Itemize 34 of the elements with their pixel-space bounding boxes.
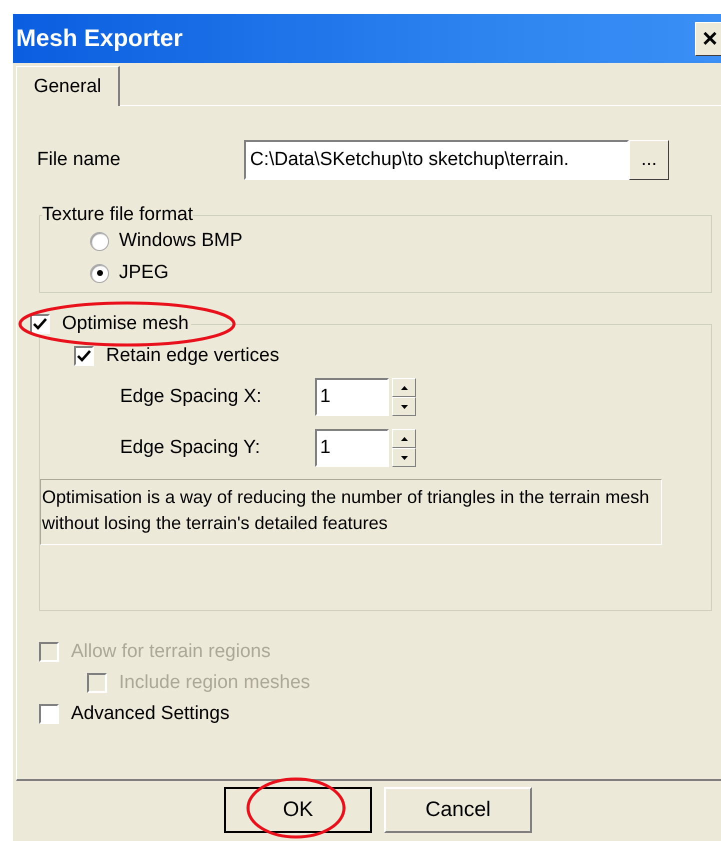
spin-up-button[interactable]: [392, 429, 416, 448]
field-label: File name: [37, 149, 122, 171]
window-title: Mesh Exporter: [15, 24, 183, 52]
spin-down-button[interactable]: [392, 448, 416, 467]
checkbox-label: Retain edge vertices: [106, 345, 280, 367]
tab[interactable]: General: [16, 66, 120, 106]
spin-field[interactable]: 1: [315, 378, 389, 416]
radio-label: JPEG: [119, 262, 169, 284]
radio-button[interactable]: [90, 264, 109, 282]
spin-down-button[interactable]: [392, 397, 416, 416]
ok-button[interactable]: OK: [224, 787, 372, 833]
group-title: Texture file format: [42, 204, 193, 226]
spacing-label: Edge Spacing Y:: [120, 437, 262, 459]
radio-button[interactable]: [90, 232, 109, 250]
spin-field[interactable]: 1: [315, 429, 389, 467]
checkbox-label: Advanced Settings: [71, 703, 230, 725]
spacing-label: Edge Spacing X:: [120, 386, 263, 408]
checkbox[interactable]: [39, 704, 59, 724]
checkbox[interactable]: [74, 346, 94, 366]
browse-button[interactable]: ...: [629, 140, 669, 180]
file-name-field[interactable]: C:\Data\SKetchup\to sketchup\terrain.: [244, 140, 629, 180]
down-arrow-icon: [400, 456, 408, 460]
close-button[interactable]: ×: [695, 22, 721, 56]
description-text: Optimisation is a way of reducing the number of triangles in the terrain mesh without losing the terrain's detailed features: [40, 479, 662, 545]
checkbox[interactable]: [30, 314, 50, 334]
checkbox-label: Optimise mesh: [62, 313, 189, 335]
radio-label: Windows BMP: [119, 230, 243, 252]
cancel-button[interactable]: Cancel: [384, 787, 532, 833]
up-arrow-icon: [400, 436, 408, 440]
checkbox-label: Include region meshes: [119, 672, 310, 694]
up-arrow-icon: [400, 386, 408, 390]
down-arrow-icon: [400, 404, 408, 408]
spin-up-button[interactable]: [392, 378, 416, 397]
checkbox-label: Allow for terrain regions: [71, 641, 271, 663]
